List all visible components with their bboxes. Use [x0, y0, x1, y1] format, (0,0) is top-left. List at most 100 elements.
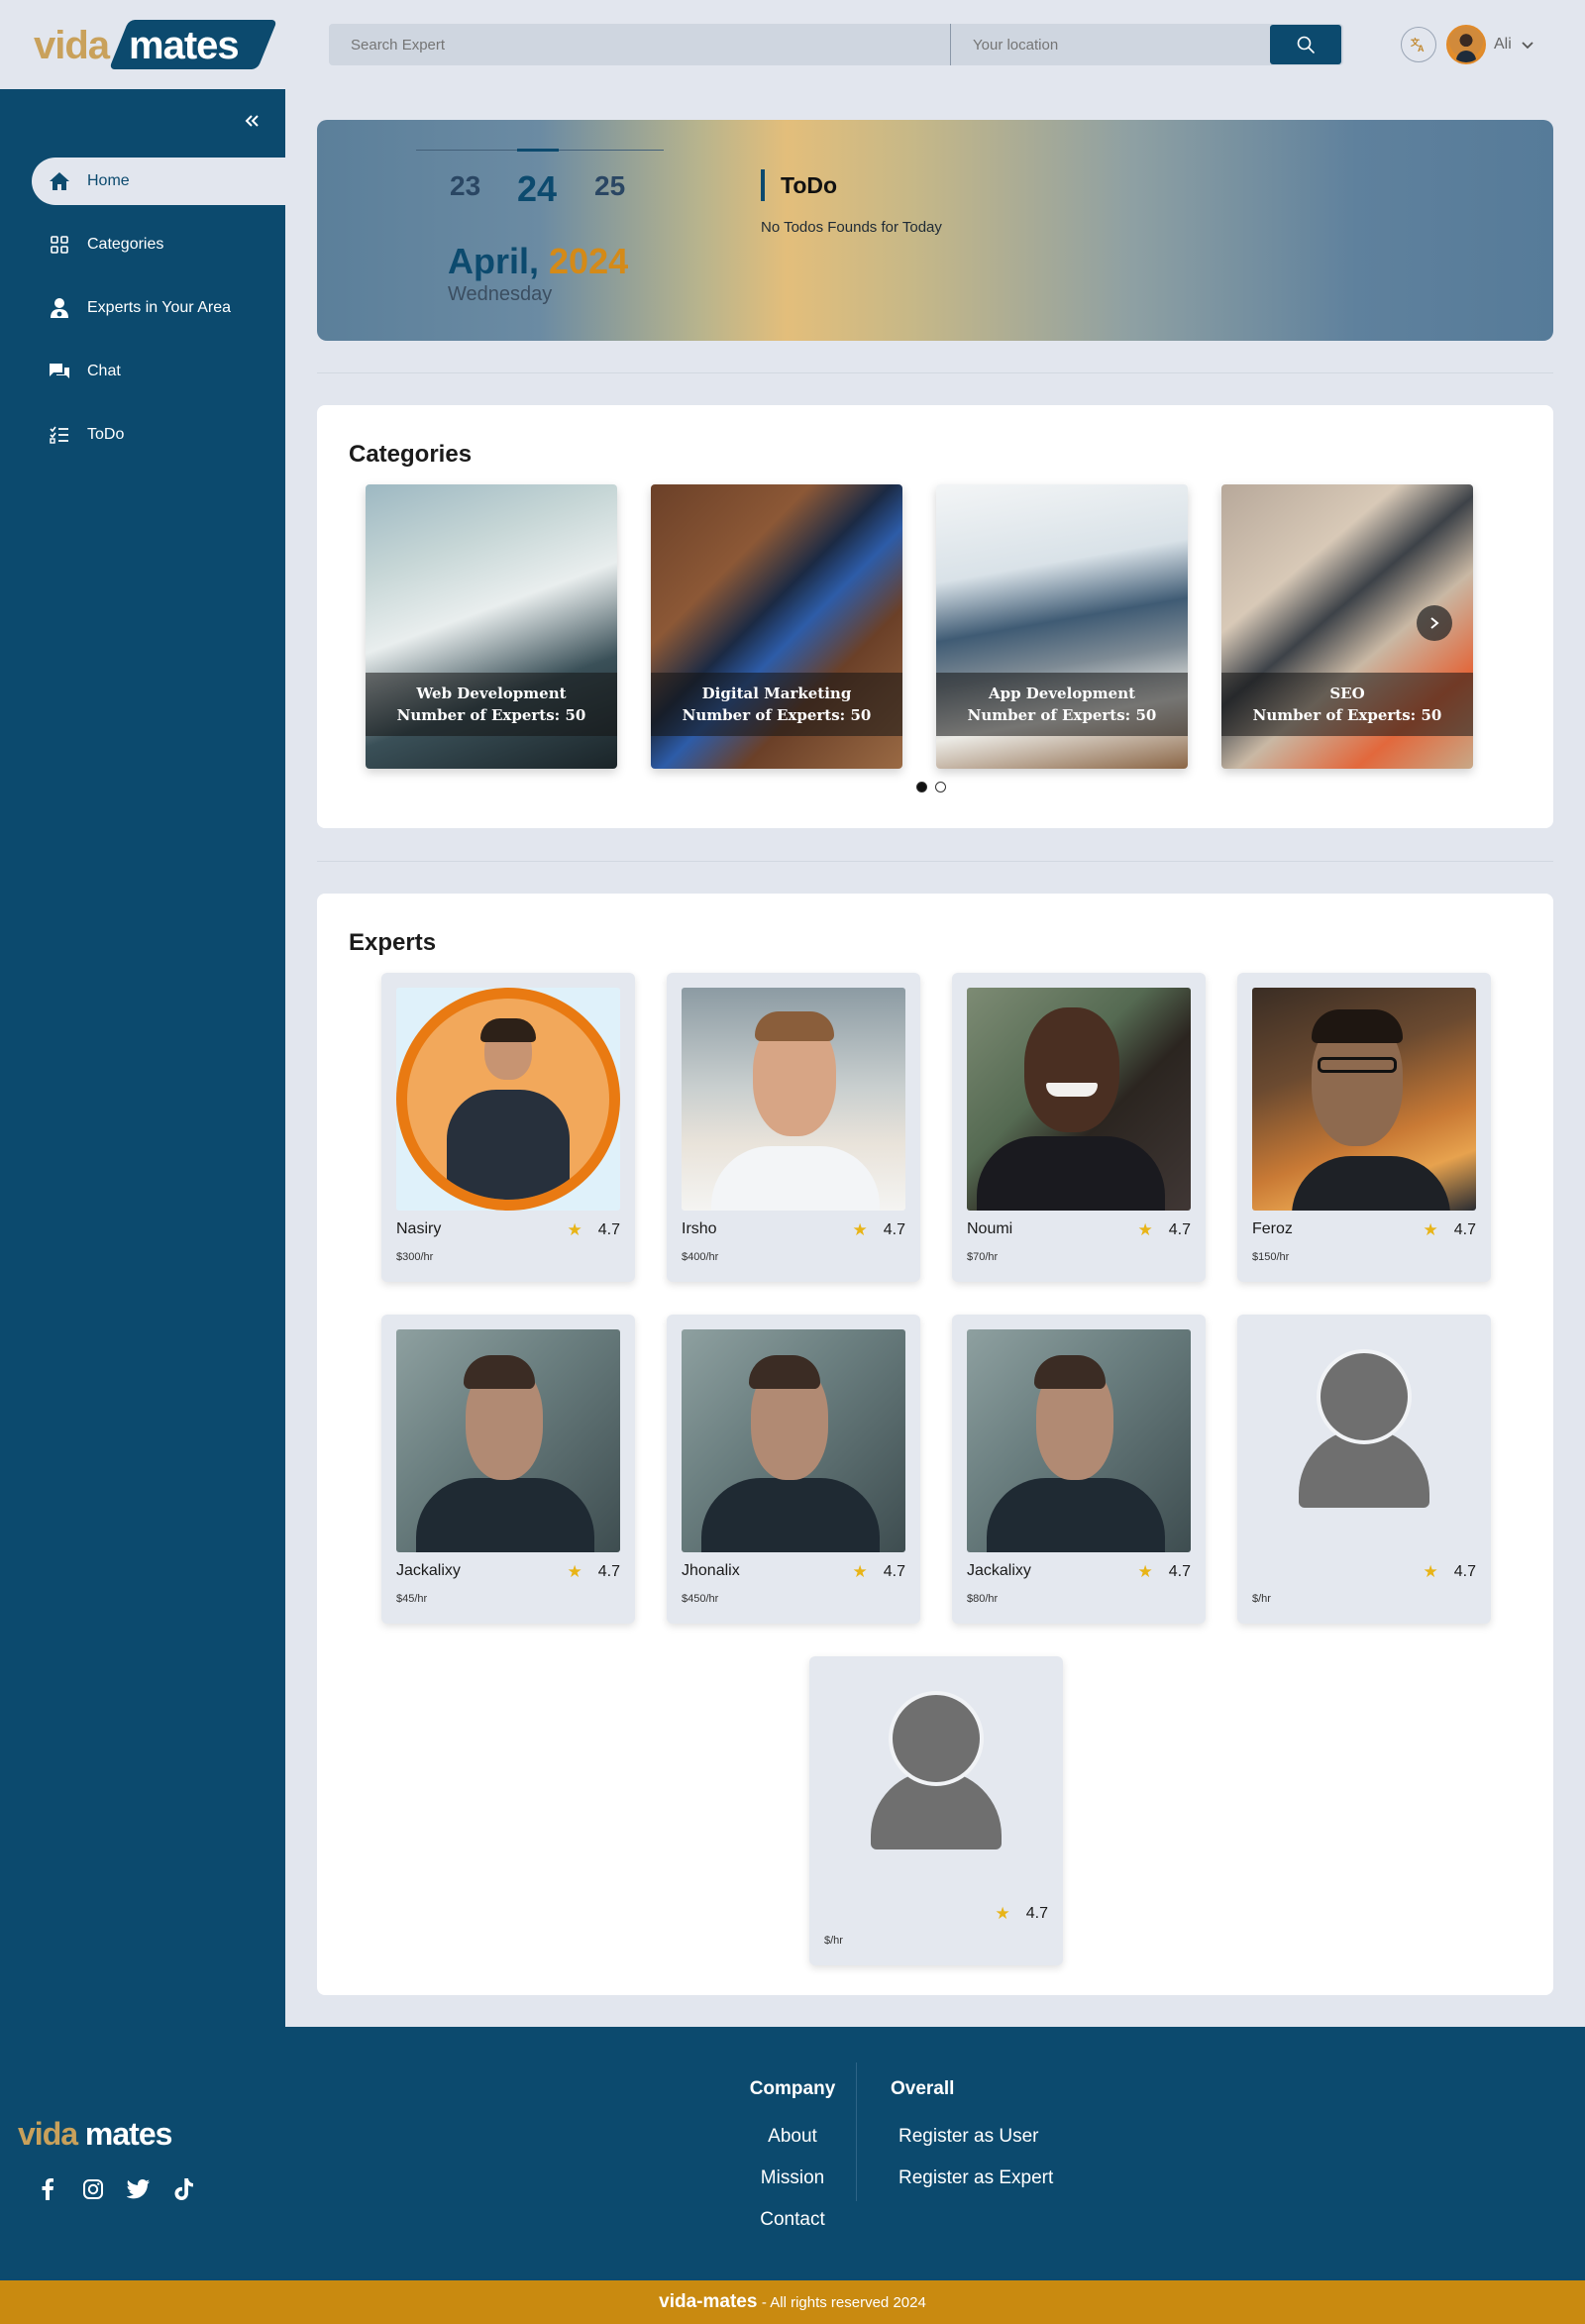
expert-card[interactable]: Jackalixy ★ 4.7 $45/hr — [381, 1315, 635, 1624]
sidebar-item-chat[interactable]: Chat — [32, 348, 285, 395]
category-card-web-development[interactable]: Web Development Number of Experts: 50 — [366, 484, 617, 769]
category-expert-count: Number of Experts: 50 — [682, 706, 872, 724]
expert-name: Feroz — [1252, 1220, 1293, 1237]
footer-link-register-expert[interactable]: Register as Expert — [898, 2167, 1053, 2189]
footer-link-contact[interactable]: Contact — [733, 2209, 852, 2231]
expert-rating: ★ 4.7 — [568, 1220, 621, 1240]
day-next[interactable]: 25 — [594, 170, 625, 202]
category-card-app-development[interactable]: App Development Number of Experts: 50 — [936, 484, 1188, 769]
expert-name: Irsho — [682, 1220, 717, 1237]
grid-icon — [32, 236, 87, 254]
user-pin-icon — [32, 297, 87, 319]
category-caption: App Development Number of Experts: 50 — [936, 673, 1188, 736]
expert-price: $/hr — [824, 1935, 843, 1947]
twitter-icon[interactable] — [127, 2177, 151, 2201]
category-name: App Development — [988, 685, 1136, 702]
rating-value: 4.7 — [1453, 1563, 1476, 1580]
expert-card[interactable]: Noumi ★ 4.7 $70/hr — [952, 973, 1206, 1282]
category-card-digital-marketing[interactable]: Digital Marketing Number of Experts: 50 — [651, 484, 902, 769]
logo-vida: vida — [34, 24, 110, 67]
expert-name: Jackalixy — [396, 1562, 461, 1579]
instagram-icon[interactable] — [81, 2177, 105, 2201]
user-avatar — [1446, 25, 1486, 64]
brand-logo[interactable]: vida mates — [34, 16, 278, 71]
footer-company-column: Company About Mission Contact — [733, 2078, 852, 2251]
star-icon: ★ — [567, 1220, 582, 1239]
sidebar-item-label: Home — [87, 172, 130, 189]
category-caption: Digital Marketing Number of Experts: 50 — [651, 673, 902, 736]
expert-name: Noumi — [967, 1220, 1013, 1237]
copyright-brand: vida-mates — [659, 2291, 758, 2312]
expert-card[interactable]: Jackalixy ★ 4.7 $80/hr — [952, 1315, 1206, 1624]
expert-price: $45/hr — [396, 1593, 428, 1605]
sidebar-item-experts-in-area[interactable]: Experts in Your Area — [32, 284, 285, 332]
expert-photo — [396, 988, 620, 1211]
rating-value: 4.7 — [1168, 1221, 1191, 1238]
carousel-next-button[interactable] — [1417, 605, 1452, 641]
expert-rating: ★ 4.7 — [853, 1220, 906, 1240]
star-icon: ★ — [1137, 1220, 1153, 1239]
expert-photo — [682, 988, 905, 1211]
footer: vida mates Company About Mission Contact… — [0, 2027, 1585, 2280]
category-name: Digital Marketing — [701, 685, 852, 702]
sidebar-item-categories[interactable]: Categories — [32, 221, 285, 268]
expert-photo — [682, 1329, 905, 1552]
footer-link-mission[interactable]: Mission — [733, 2167, 852, 2189]
active-day-indicator — [517, 149, 559, 152]
expert-price: $400/hr — [682, 1251, 719, 1263]
expert-rating: ★ 4.7 — [1424, 1562, 1477, 1582]
star-icon: ★ — [1137, 1562, 1153, 1581]
expert-card[interactable]: Feroz ★ 4.7 $150/hr — [1237, 973, 1491, 1282]
sidebar: Home Categories Experts in Your Area Cha… — [0, 89, 285, 2027]
footer-overall-heading: Overall — [891, 2078, 955, 2099]
footer-link-register-user[interactable]: Register as User — [898, 2126, 1053, 2148]
collapse-sidebar-button[interactable] — [244, 109, 260, 135]
facebook-icon[interactable] — [36, 2177, 59, 2201]
expert-card[interactable]: Jhonalix ★ 4.7 $450/hr — [667, 1315, 920, 1624]
location-input[interactable] — [951, 24, 1270, 65]
expert-name: Jhonalix — [682, 1562, 740, 1579]
day-previous[interactable]: 23 — [450, 170, 480, 202]
date-todo-banner: 23 24 25 April, 2024 Wednesday ToDo No T… — [317, 120, 1553, 341]
expert-card[interactable]: Irsho ★ 4.7 $400/hr — [667, 973, 920, 1282]
expert-card[interactable]: ★ 4.7 $/hr — [1237, 1315, 1491, 1624]
rating-value: 4.7 — [597, 1221, 620, 1238]
sidebar-item-label: Chat — [87, 363, 121, 379]
tiktok-icon[interactable] — [172, 2177, 196, 2201]
day-current[interactable]: 24 — [517, 168, 557, 210]
footer-company-heading: Company — [749, 2078, 836, 2099]
sidebar-item-todo[interactable]: ToDo — [32, 411, 285, 459]
category-name: Web Development — [416, 685, 567, 702]
rating-value: 4.7 — [883, 1563, 905, 1580]
expert-photo — [396, 1329, 620, 1552]
expert-price: $300/hr — [396, 1251, 434, 1263]
year: 2024 — [549, 241, 629, 281]
category-expert-count: Number of Experts: 50 — [967, 706, 1157, 724]
copyright-bar: vida-mates - All rights reserved 2024 — [0, 2280, 1585, 2324]
user-menu[interactable]: Ali — [1446, 24, 1535, 65]
social-links — [36, 2177, 196, 2201]
expert-card[interactable]: ★ 4.7 $/hr — [809, 1656, 1063, 1965]
weekday: Wednesday — [448, 283, 553, 305]
month: April, — [448, 241, 540, 281]
date-selector: 23 24 25 — [416, 149, 664, 210]
expert-rating: ★ 4.7 — [853, 1562, 906, 1582]
sidebar-item-home[interactable]: Home — [32, 158, 285, 205]
carousel-dot-1[interactable] — [916, 782, 927, 792]
expert-photo — [967, 988, 1191, 1211]
star-icon: ★ — [1423, 1220, 1438, 1239]
expert-card[interactable]: Nasiry ★ 4.7 $300/hr — [381, 973, 635, 1282]
footer-logo[interactable]: vida mates — [18, 2116, 172, 2153]
sidebar-item-label: ToDo — [87, 426, 125, 443]
category-caption: Web Development Number of Experts: 50 — [366, 673, 617, 736]
language-button[interactable]: 文A — [1401, 27, 1436, 62]
footer-link-about[interactable]: About — [733, 2126, 852, 2148]
search-button[interactable] — [1270, 25, 1341, 64]
user-name: Ali — [1494, 36, 1512, 53]
rating-value: 4.7 — [1025, 1905, 1048, 1922]
search-expert-input[interactable] — [329, 24, 951, 65]
chevron-right-icon — [1430, 617, 1439, 629]
expert-photo — [1252, 988, 1476, 1211]
carousel-pagination — [916, 782, 946, 792]
carousel-dot-2[interactable] — [935, 782, 946, 792]
